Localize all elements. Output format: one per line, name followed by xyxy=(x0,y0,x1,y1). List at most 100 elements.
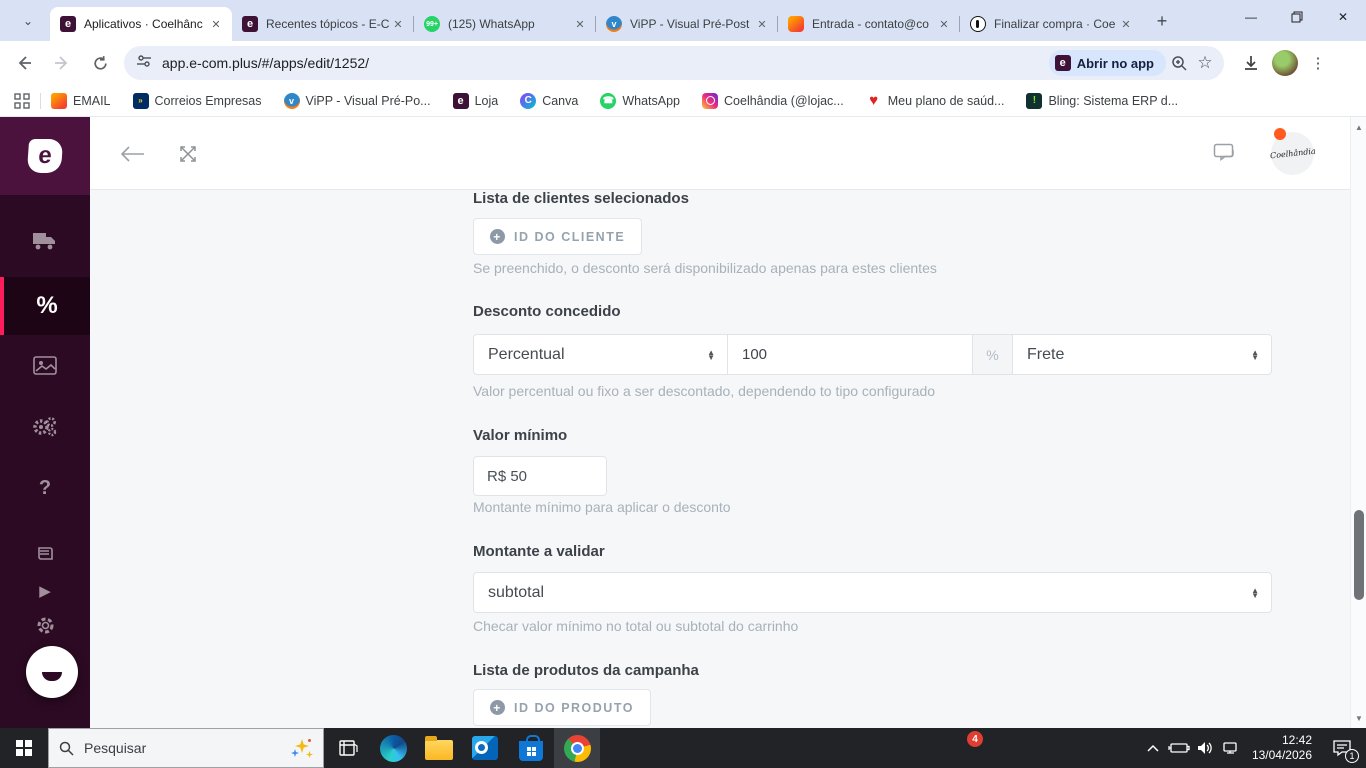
action-center-button[interactable]: 1 xyxy=(1322,728,1362,768)
ecomplus-favicon: e xyxy=(242,16,258,32)
taskbar-search-box[interactable]: Pesquisar xyxy=(48,728,324,768)
battery-icon[interactable] xyxy=(1166,728,1192,768)
loja-bookmark-icon: e xyxy=(452,92,469,109)
search-icon xyxy=(59,741,74,756)
sidebar-item-help[interactable]: ? xyxy=(0,470,90,506)
bookmark-label: ViPP - Visual Pré-Po... xyxy=(305,93,431,108)
app-content: Lista de clientes selecionados + ID DO C… xyxy=(90,190,1350,728)
percent-addon: % xyxy=(972,335,1013,374)
tab-close-icon[interactable]: ✕ xyxy=(390,16,406,32)
edge-taskbar-icon[interactable] xyxy=(370,728,416,768)
file-explorer-taskbar-icon[interactable] xyxy=(416,728,462,768)
bookmark-email[interactable]: EMAIL xyxy=(51,92,111,109)
close-window-button[interactable]: ✕ xyxy=(1320,0,1366,34)
bookmark-loja[interactable]: e Loja xyxy=(452,92,498,109)
windows-taskbar: Pesquisar 4 12:42 13/04/2026 1 xyxy=(0,728,1366,768)
downloads-icon[interactable] xyxy=(1238,50,1264,76)
ecomplus-admin-page: e % ? ▶ Coelhândia Lista de clientes sel… xyxy=(0,117,1366,728)
task-view-button[interactable] xyxy=(324,728,370,768)
bookmarks-bar: EMAIL » Correios Empresas v ViPP - Visua… xyxy=(0,85,1366,117)
sidebar-item-settings[interactable] xyxy=(0,409,90,445)
scroll-up-icon[interactable]: ▲ xyxy=(1351,119,1366,135)
page-scrollbar[interactable]: ▲ ▼ xyxy=(1350,117,1366,728)
add-customer-id-button[interactable]: + ID DO CLIENTE xyxy=(473,218,643,255)
ecomplus-chip-icon: e xyxy=(1054,55,1071,71)
site-settings-icon[interactable] xyxy=(136,53,152,74)
volume-icon[interactable] xyxy=(1192,728,1218,768)
bookmark-correios[interactable]: » Correios Empresas xyxy=(132,92,262,109)
url-text[interactable]: app.e-com.plus/#/apps/edit/1252/ xyxy=(162,55,1049,71)
bookmark-canva[interactable]: C Canva xyxy=(520,92,578,109)
sidebar-item-shipping[interactable] xyxy=(0,223,90,259)
scroll-down-icon[interactable]: ▼ xyxy=(1351,710,1366,726)
play-icon: ▶ xyxy=(39,583,51,600)
discount-apply-select[interactable]: Frete ▲ ▼ xyxy=(1013,335,1271,374)
apps-grid-icon[interactable] xyxy=(14,92,30,109)
taskbar-clock[interactable]: 12:42 13/04/2026 xyxy=(1252,733,1312,763)
app-back-icon[interactable] xyxy=(118,139,148,169)
scrollbar-thumb[interactable] xyxy=(1354,510,1364,600)
tab-close-icon[interactable]: ✕ xyxy=(936,16,952,32)
minimize-button[interactable]: — xyxy=(1228,0,1274,34)
tab-entrada-webmail[interactable]: Entrada - contato@co ✕ xyxy=(777,7,960,41)
add-product-id-button[interactable]: + ID DO PRODUTO xyxy=(473,689,651,726)
select-arrows-icon: ▲ ▼ xyxy=(707,347,715,362)
store-avatar[interactable]: Coelhândia xyxy=(1269,128,1316,175)
chrome-taskbar-icon[interactable] xyxy=(554,728,600,768)
restore-button[interactable] xyxy=(1274,0,1320,34)
tab-whatsapp[interactable]: 99+ (125) WhatsApp ✕ xyxy=(413,7,596,41)
sidebar-item-media[interactable] xyxy=(0,347,90,383)
tab-close-icon[interactable]: ✕ xyxy=(1118,16,1134,32)
browser-profile-avatar[interactable] xyxy=(1272,50,1298,76)
forward-icon[interactable] xyxy=(48,49,76,77)
bookmark-vipp[interactable]: v ViPP - Visual Pré-Po... xyxy=(283,92,431,109)
discount-value-input[interactable] xyxy=(728,335,972,374)
clock-date: 13/04/2026 xyxy=(1251,748,1312,762)
network-icon[interactable] xyxy=(1218,728,1244,768)
tab-close-icon[interactable]: ✕ xyxy=(754,16,770,32)
outlook-taskbar-icon[interactable] xyxy=(462,728,508,768)
hidden-icons-chevron[interactable] xyxy=(1140,728,1166,768)
taskbar-notification-badge: 4 xyxy=(967,731,983,747)
expand-fullscreen-icon[interactable] xyxy=(173,139,203,169)
webmail-favicon xyxy=(788,16,804,32)
add-customer-id-label: ID DO CLIENTE xyxy=(514,229,626,244)
tab-close-icon[interactable]: ✕ xyxy=(572,16,588,32)
sidebar-logo[interactable]: e xyxy=(0,117,90,195)
open-in-app-chip[interactable]: e Abrir no app xyxy=(1048,50,1166,76)
search-placeholder: Pesquisar xyxy=(84,740,147,756)
tab-recentes-topicos[interactable]: e Recentes tópicos - E-C ✕ xyxy=(232,7,414,41)
start-button[interactable] xyxy=(0,728,48,768)
reload-icon[interactable] xyxy=(86,49,114,77)
browser-menu-icon[interactable]: ⋮ xyxy=(1306,51,1330,75)
bookmark-star-icon[interactable]: ☆ xyxy=(1192,50,1218,76)
back-icon[interactable] xyxy=(10,49,38,77)
live-chat-widget[interactable] xyxy=(26,646,78,698)
address-bar[interactable]: app.e-com.plus/#/apps/edit/1252/ e Abrir… xyxy=(124,46,1224,80)
bookmark-whatsapp[interactable]: ☎ WhatsApp xyxy=(600,92,680,109)
add-product-id-label: ID DO PRODUTO xyxy=(514,700,634,715)
discount-type-select[interactable]: Percentual ▲ ▼ xyxy=(474,335,728,374)
tab-aplicativos[interactable]: e Aplicativos · Coelhânc ✕ xyxy=(50,7,232,41)
new-tab-button[interactable]: + xyxy=(1148,7,1176,35)
tab-finalizar-compra[interactable]: Finalizar compra · Coe ✕ xyxy=(959,7,1142,41)
tab-vipp[interactable]: v ViPP - Visual Pré-Post ✕ xyxy=(595,7,778,41)
microsoft-store-taskbar-icon[interactable] xyxy=(508,728,554,768)
bookmark-instagram[interactable]: Coelhândia (@lojac... xyxy=(702,92,844,109)
sidebar-item-discounts[interactable]: % xyxy=(0,277,90,335)
min-value-input[interactable] xyxy=(473,456,607,496)
zoom-page-icon[interactable] xyxy=(1166,50,1192,76)
tab-close-icon[interactable]: ✕ xyxy=(208,16,224,32)
bookmark-plano-saude[interactable]: ♥ Meu plano de saúd... xyxy=(866,92,1004,109)
bookmark-bling[interactable]: ! Bling: Sistema ERP d... xyxy=(1026,92,1178,109)
browser-tab-strip: ⌄ e Aplicativos · Coelhânc ✕ e Recentes … xyxy=(0,0,1366,41)
sidebar-item-support[interactable] xyxy=(0,607,90,643)
amount-check-select[interactable]: subtotal ▲ ▼ xyxy=(473,572,1272,613)
open-in-app-label: Abrir no app xyxy=(1076,55,1154,71)
tab-search-chevron-icon[interactable]: ⌄ xyxy=(14,7,42,35)
sidebar-item-docs[interactable] xyxy=(0,536,90,572)
bookmarks-separator xyxy=(40,92,41,109)
sidebar-item-videos[interactable]: ▶ xyxy=(0,573,90,609)
feedback-chat-icon[interactable] xyxy=(1210,139,1240,169)
bling-bookmark-icon: ! xyxy=(1026,92,1043,109)
